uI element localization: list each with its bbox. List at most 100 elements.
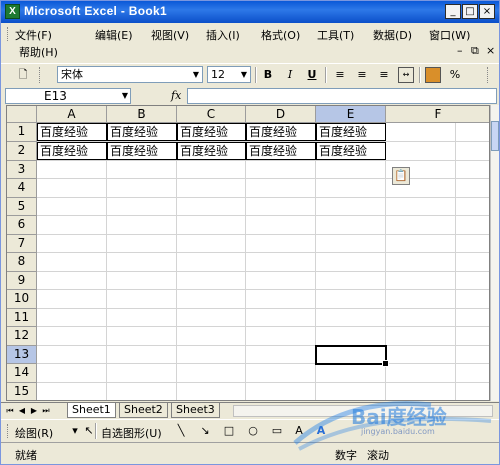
insert-function-icon[interactable]: fx xyxy=(171,89,181,102)
doc-minimize-icon[interactable]: – xyxy=(457,44,463,57)
cell-a2[interactable]: 百度经验 xyxy=(37,142,107,160)
drawbar-grip[interactable] xyxy=(7,424,11,438)
maximize-icon[interactable]: □ xyxy=(462,4,478,19)
first-sheet-icon[interactable]: ⏮ xyxy=(5,405,15,417)
close-icon[interactable]: × xyxy=(479,4,495,19)
row-header-12[interactable]: 12 xyxy=(7,327,37,346)
new-document-icon[interactable]: 🗋 xyxy=(15,67,31,83)
menu-view[interactable]: 视图(V) xyxy=(151,27,189,43)
name-box[interactable]: E13 ▼ xyxy=(5,88,131,104)
grid-line xyxy=(37,197,489,198)
next-sheet-icon[interactable]: ▶ xyxy=(29,405,39,417)
percent-button[interactable]: % xyxy=(447,67,463,83)
vertical-scroll-thumb[interactable] xyxy=(491,121,499,151)
diagram-icon[interactable]: A xyxy=(313,423,329,439)
align-center-icon[interactable]: ≡ xyxy=(354,67,370,83)
row-header-11[interactable]: 11 xyxy=(7,309,37,327)
cell-a1[interactable]: 百度经验 xyxy=(37,123,107,141)
toolbar-options-grip[interactable] xyxy=(487,67,491,83)
italic-button[interactable]: I xyxy=(282,67,298,83)
draw-menu-button[interactable]: 绘图(R) xyxy=(15,425,53,441)
align-left-icon[interactable]: ≡ xyxy=(332,67,348,83)
chevron-down-icon[interactable]: ▼ xyxy=(190,67,202,82)
cell-c2[interactable]: 百度经验 xyxy=(177,142,246,160)
menu-file[interactable]: 文件(F) xyxy=(15,27,52,43)
row-header-7[interactable]: 7 xyxy=(7,235,37,253)
grid-line xyxy=(37,363,489,364)
grid-line xyxy=(37,289,489,290)
toolbar-separator xyxy=(95,423,97,439)
paste-options-icon[interactable]: 📋 xyxy=(392,167,410,185)
title-bar[interactable]: X Microsoft Excel - Book1 _ □ × xyxy=(1,1,499,23)
font-size-select[interactable]: 12 ▼ xyxy=(207,66,251,83)
cell-e1[interactable]: 百度经验 xyxy=(316,123,386,141)
doc-close-icon[interactable]: × xyxy=(486,44,495,57)
formula-input[interactable] xyxy=(187,88,497,104)
prev-sheet-icon[interactable]: ◀ xyxy=(17,405,27,417)
bold-button[interactable]: B xyxy=(260,67,276,83)
doc-restore-icon[interactable]: ⧉ xyxy=(471,44,479,58)
tab-sheet1[interactable]: Sheet1 xyxy=(67,403,116,418)
oval-tool-icon[interactable]: ○ xyxy=(245,423,261,439)
row-header-4[interactable]: 4 xyxy=(7,179,37,198)
menu-data[interactable]: 数据(D) xyxy=(373,27,412,43)
active-cell-e13[interactable] xyxy=(315,345,389,367)
tab-sheet3[interactable]: Sheet3 xyxy=(171,403,220,418)
menu-format[interactable]: 格式(O) xyxy=(261,27,300,43)
toolbar-grip[interactable] xyxy=(39,67,43,83)
menubar-grip[interactable] xyxy=(7,27,11,41)
cell-e2[interactable]: 百度经验 xyxy=(316,142,386,160)
chevron-down-icon[interactable]: ▼ xyxy=(122,89,128,103)
row-header-8[interactable]: 8 xyxy=(7,253,37,272)
row-header-1[interactable]: 1 xyxy=(7,123,37,142)
merge-center-icon[interactable]: ↔ xyxy=(398,67,414,83)
worksheet-grid[interactable]: A B C D E F 1 2 3 4 5 6 7 8 9 10 11 12 1… xyxy=(6,105,490,401)
last-sheet-icon[interactable]: ⏭ xyxy=(41,405,51,417)
currency-icon[interactable] xyxy=(425,67,441,83)
tab-sheet2[interactable]: Sheet2 xyxy=(119,403,168,418)
column-header-a[interactable]: A xyxy=(37,106,107,123)
row-header-9[interactable]: 9 xyxy=(7,272,37,290)
arrow-tool-icon[interactable]: ↘ xyxy=(197,423,213,439)
cell-b1[interactable]: 百度经验 xyxy=(107,123,177,141)
wordart-icon[interactable]: A xyxy=(291,423,307,439)
column-header-d[interactable]: D xyxy=(246,106,316,123)
row-header-10[interactable]: 10 xyxy=(7,290,37,309)
cell-b2[interactable]: 百度经验 xyxy=(107,142,177,160)
column-header-b[interactable]: B xyxy=(107,106,177,123)
select-all-corner[interactable] xyxy=(7,106,37,123)
row-header-13[interactable]: 13 xyxy=(7,346,37,364)
column-header-e[interactable]: E xyxy=(316,106,386,123)
column-header-c[interactable]: C xyxy=(177,106,246,123)
cell-d2[interactable]: 百度经验 xyxy=(246,142,316,160)
grid-line xyxy=(176,123,177,400)
drawing-toolbar: 绘图(R) ▾ ↖ 自选图形(U) ╲ ↘ □ ○ ▭ A A xyxy=(1,419,499,442)
vertical-scrollbar[interactable] xyxy=(490,105,499,401)
textbox-tool-icon[interactable]: ▭ xyxy=(269,423,285,439)
underline-button[interactable]: U xyxy=(304,67,320,83)
row-header-6[interactable]: 6 xyxy=(7,216,37,235)
menu-insert[interactable]: 插入(I) xyxy=(206,27,240,43)
cell-c1[interactable]: 百度经验 xyxy=(177,123,246,141)
menu-help[interactable]: 帮助(H) xyxy=(19,44,58,60)
minimize-icon[interactable]: _ xyxy=(445,4,461,19)
fill-handle[interactable] xyxy=(382,360,389,367)
font-name-select[interactable]: 宋体 ▼ xyxy=(57,66,203,83)
chevron-down-icon[interactable]: ▼ xyxy=(238,67,250,82)
line-tool-icon[interactable]: ╲ xyxy=(173,423,189,439)
column-header-f[interactable]: F xyxy=(386,106,489,123)
row-header-2[interactable]: 2 xyxy=(7,142,37,161)
row-header-15[interactable]: 15 xyxy=(7,383,37,400)
horizontal-scrollbar[interactable] xyxy=(233,405,493,417)
excel-app-icon[interactable]: X xyxy=(5,4,20,19)
cell-d1[interactable]: 百度经验 xyxy=(246,123,316,141)
menu-tools[interactable]: 工具(T) xyxy=(317,27,354,43)
menu-edit[interactable]: 编辑(E) xyxy=(95,27,133,43)
menu-window[interactable]: 窗口(W) xyxy=(429,27,470,43)
autoshapes-menu-button[interactable]: 自选图形(U) xyxy=(101,425,162,441)
rectangle-tool-icon[interactable]: □ xyxy=(221,423,237,439)
row-header-3[interactable]: 3 xyxy=(7,161,37,179)
align-right-icon[interactable]: ≡ xyxy=(376,67,392,83)
row-header-14[interactable]: 14 xyxy=(7,364,37,383)
row-header-5[interactable]: 5 xyxy=(7,198,37,216)
